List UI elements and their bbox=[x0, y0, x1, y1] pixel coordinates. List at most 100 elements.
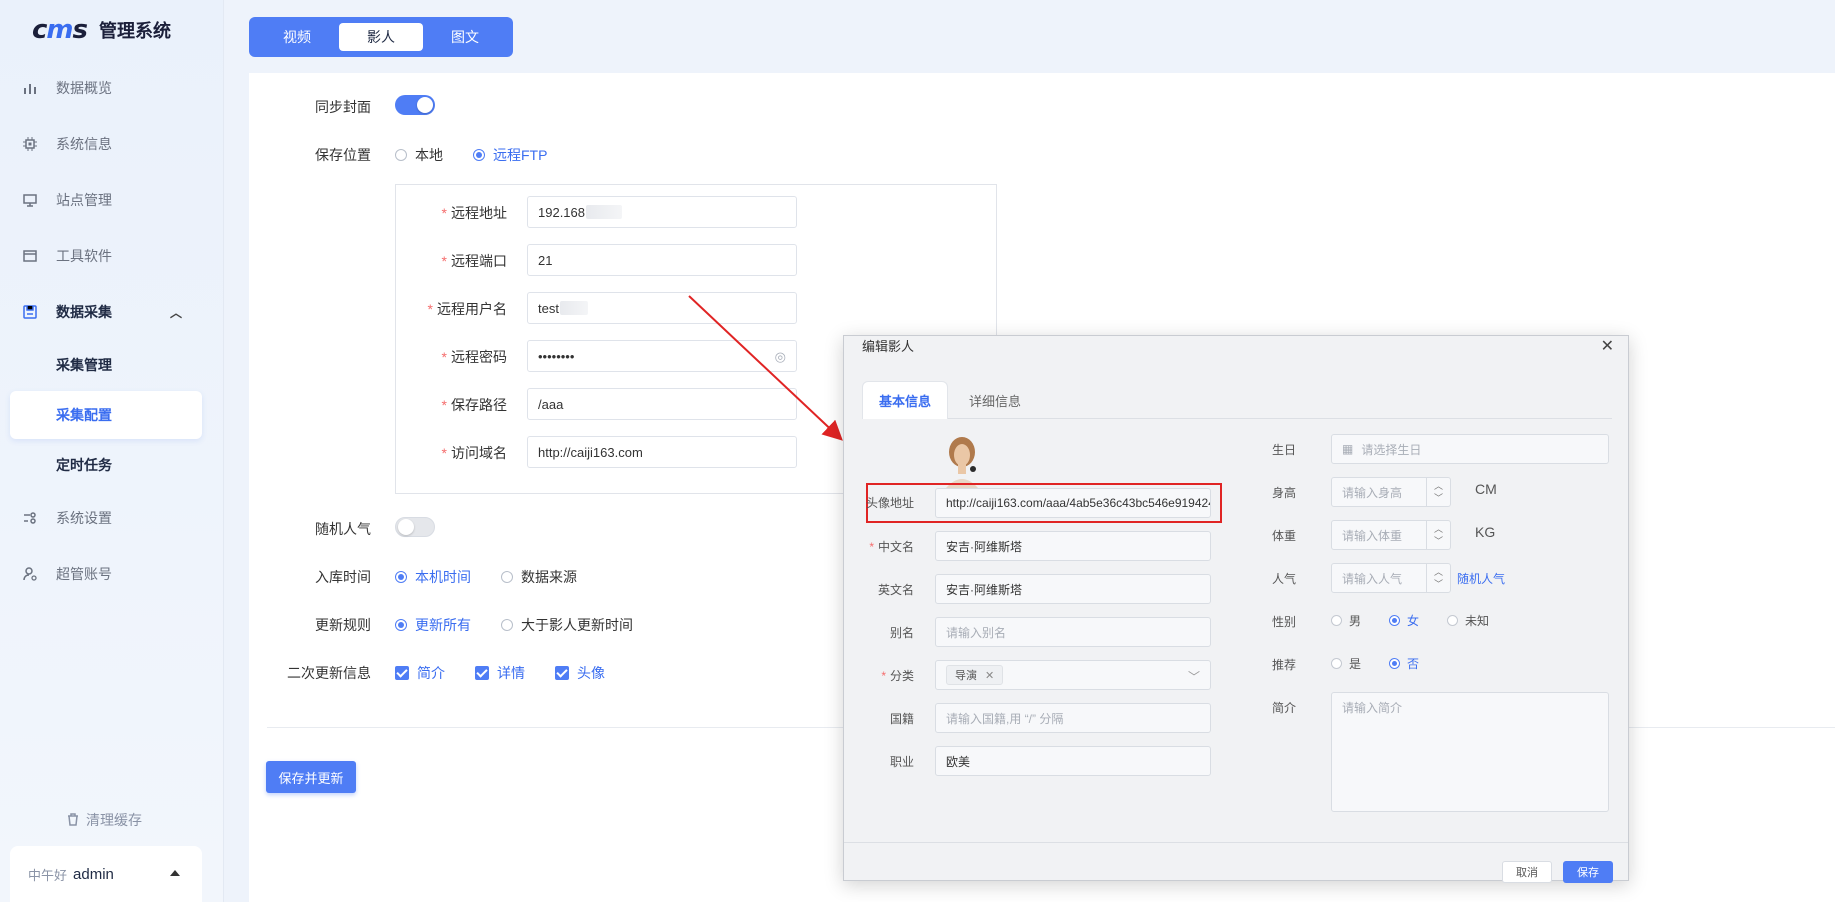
radio-label: 本机时间 bbox=[415, 569, 471, 585]
ftp-path-label: * 保存路径 bbox=[441, 397, 507, 413]
sidebar-item-site[interactable]: 站点管理 bbox=[0, 180, 224, 220]
username: admin bbox=[73, 865, 114, 883]
radio-dot bbox=[1331, 658, 1342, 669]
category-select[interactable]: 导演 ✕ ﹀ bbox=[935, 660, 1211, 690]
number-stepper[interactable]: ︿ ﹀ bbox=[1426, 564, 1450, 592]
random-popularity-link[interactable]: 随机人气 bbox=[1457, 570, 1505, 587]
sidebar-item-data-collection[interactable]: 数据采集 ︿ bbox=[0, 292, 224, 332]
recommend-radio-group: 是 否 bbox=[1331, 655, 1447, 672]
category-tag: 导演 ✕ bbox=[946, 665, 1004, 685]
nationality-input[interactable]: 请输入国籍,用 “/” 分隔 bbox=[935, 703, 1211, 733]
save-location-label: 保存位置 bbox=[315, 147, 371, 163]
height-label: 身高 bbox=[1271, 486, 1296, 500]
ftp-user-input[interactable]: test bbox=[527, 292, 797, 324]
caret-up-icon bbox=[170, 870, 180, 876]
second-update-intro-checkbox[interactable]: 简介 bbox=[395, 663, 445, 683]
sidebar-item-overview[interactable]: 数据概览 bbox=[0, 68, 224, 108]
ftp-host-label: * 远程地址 bbox=[441, 205, 507, 221]
tab-video[interactable]: 视频 bbox=[255, 23, 339, 51]
clear-cache-button[interactable]: 清理缓存 bbox=[66, 810, 142, 830]
tab-basic-info[interactable]: 基本信息 bbox=[862, 381, 948, 419]
tag-close-icon[interactable]: ✕ bbox=[985, 669, 994, 682]
gender-female-radio[interactable]: 女 bbox=[1389, 612, 1419, 629]
weight-unit: KG bbox=[1475, 524, 1496, 540]
checkbox-box bbox=[475, 666, 489, 680]
bar-chart-icon bbox=[22, 80, 38, 96]
switch-knob bbox=[417, 97, 433, 113]
sync-cover-label: 同步封面 bbox=[315, 99, 371, 115]
gender-label: 性别 bbox=[1271, 615, 1296, 629]
ftp-domain-label: * 访问域名 bbox=[441, 445, 507, 461]
settings-icon bbox=[22, 510, 38, 526]
dialog-footer: 取消 保存 bbox=[844, 842, 1628, 883]
sidebar-subitem-scheduled-tasks[interactable]: 定时任务 bbox=[10, 441, 202, 489]
radio-label: 数据来源 bbox=[521, 569, 577, 585]
avatar-url-input[interactable]: http://caiji163.com/aaa/4ab5e36c43bc546e… bbox=[935, 488, 1211, 518]
radio-dot bbox=[395, 149, 407, 161]
en-name-input[interactable]: 安吉·阿维斯塔 bbox=[935, 574, 1211, 604]
sidebar-item-admin-account[interactable]: 超管账号 bbox=[0, 554, 224, 594]
random-pop-label: 随机人气 bbox=[315, 521, 371, 537]
nationality-label: 国籍 bbox=[889, 712, 914, 726]
sidebar-item-label: 系统设置 bbox=[56, 510, 112, 526]
radio-dot bbox=[473, 149, 485, 161]
tab-person[interactable]: 影人 bbox=[339, 23, 423, 51]
sidebar-subitem-collect-manage[interactable]: 采集管理 bbox=[10, 341, 202, 389]
number-stepper[interactable]: ︿ ﹀ bbox=[1426, 478, 1450, 506]
sidebar-item-label: 超管账号 bbox=[56, 566, 112, 582]
app-logo: cms 管理系统 bbox=[32, 14, 171, 46]
gender-unknown-radio[interactable]: 未知 bbox=[1447, 612, 1489, 629]
tab-article[interactable]: 图文 bbox=[423, 23, 507, 51]
save-icon bbox=[22, 304, 38, 320]
update-rule-newer-radio[interactable]: 大于影人更新时间 bbox=[501, 615, 633, 635]
close-icon[interactable]: ✕ bbox=[1601, 336, 1614, 356]
calendar-icon: ▦ bbox=[1342, 442, 1354, 456]
weight-label: 体重 bbox=[1271, 529, 1296, 543]
dialog-save-button[interactable]: 保存 bbox=[1563, 861, 1613, 883]
job-input[interactable]: 欧美 bbox=[935, 746, 1211, 776]
save-location-ftp-radio[interactable]: 远程FTP bbox=[473, 145, 547, 165]
storage-time-source-radio[interactable]: 数据来源 bbox=[501, 567, 577, 587]
radio-dot bbox=[1447, 615, 1459, 626]
ftp-port-input[interactable]: 21 bbox=[527, 244, 797, 276]
birthday-picker[interactable]: ▦ 请选择生日 bbox=[1331, 434, 1609, 464]
second-update-avatar-checkbox[interactable]: 头像 bbox=[555, 663, 605, 683]
second-update-detail-checkbox[interactable]: 详情 bbox=[475, 663, 525, 683]
popularity-input[interactable]: 请输入人气 ︿ ﹀ bbox=[1331, 563, 1451, 593]
eye-off-icon[interactable]: ◎ bbox=[775, 349, 786, 365]
sidebar-item-label: 数据采集 bbox=[56, 304, 112, 320]
storage-time-local-radio[interactable]: 本机时间 bbox=[395, 567, 471, 587]
sidebar-item-system-info[interactable]: 系统信息 bbox=[0, 124, 224, 164]
recommend-no-radio[interactable]: 否 bbox=[1389, 655, 1419, 672]
save-and-update-button[interactable]: 保存并更新 bbox=[266, 761, 356, 793]
user-menu[interactable]: 中午好 admin bbox=[10, 846, 202, 902]
radio-dot bbox=[501, 571, 513, 583]
ftp-domain-input[interactable]: http://caiji163.com bbox=[527, 436, 797, 468]
monitor-icon bbox=[22, 192, 38, 208]
height-input[interactable]: 请输入身高 ︿ ﹀ bbox=[1331, 477, 1451, 507]
clear-cache-label: 清理缓存 bbox=[86, 812, 142, 828]
tab-detail-info[interactable]: 详细信息 bbox=[952, 381, 1038, 419]
ftp-path-input[interactable]: /aaa bbox=[527, 388, 797, 420]
update-rule-all-radio[interactable]: 更新所有 bbox=[395, 615, 471, 635]
gender-male-radio[interactable]: 男 bbox=[1331, 612, 1361, 629]
popularity-label: 人气 bbox=[1271, 572, 1296, 586]
recommend-yes-radio[interactable]: 是 bbox=[1331, 655, 1361, 672]
ftp-password-label: * 远程密码 bbox=[441, 349, 507, 365]
ftp-password-input[interactable]: •••••••• ◎ bbox=[527, 340, 797, 372]
cancel-button[interactable]: 取消 bbox=[1502, 861, 1552, 883]
intro-textarea[interactable]: 请输入简介 bbox=[1331, 692, 1609, 812]
weight-input[interactable]: 请输入体重 ︿ ﹀ bbox=[1331, 520, 1451, 550]
cn-name-input[interactable]: 安吉·阿维斯塔 bbox=[935, 531, 1211, 561]
random-pop-switch[interactable] bbox=[395, 517, 435, 537]
save-location-local-radio[interactable]: 本地 bbox=[395, 145, 443, 165]
switch-knob bbox=[398, 519, 414, 535]
ftp-host-input[interactable]: 192.168 bbox=[527, 196, 797, 228]
sidebar-item-settings[interactable]: 系统设置 bbox=[0, 498, 224, 538]
number-stepper[interactable]: ︿ ﹀ bbox=[1426, 521, 1450, 549]
sidebar-item-tools[interactable]: 工具软件 bbox=[0, 236, 224, 276]
sync-cover-switch[interactable] bbox=[395, 95, 435, 115]
sidebar-subitem-collect-config[interactable]: 采集配置 bbox=[10, 391, 202, 439]
chip-icon bbox=[22, 136, 38, 152]
alias-input[interactable]: 请输入别名 bbox=[935, 617, 1211, 647]
